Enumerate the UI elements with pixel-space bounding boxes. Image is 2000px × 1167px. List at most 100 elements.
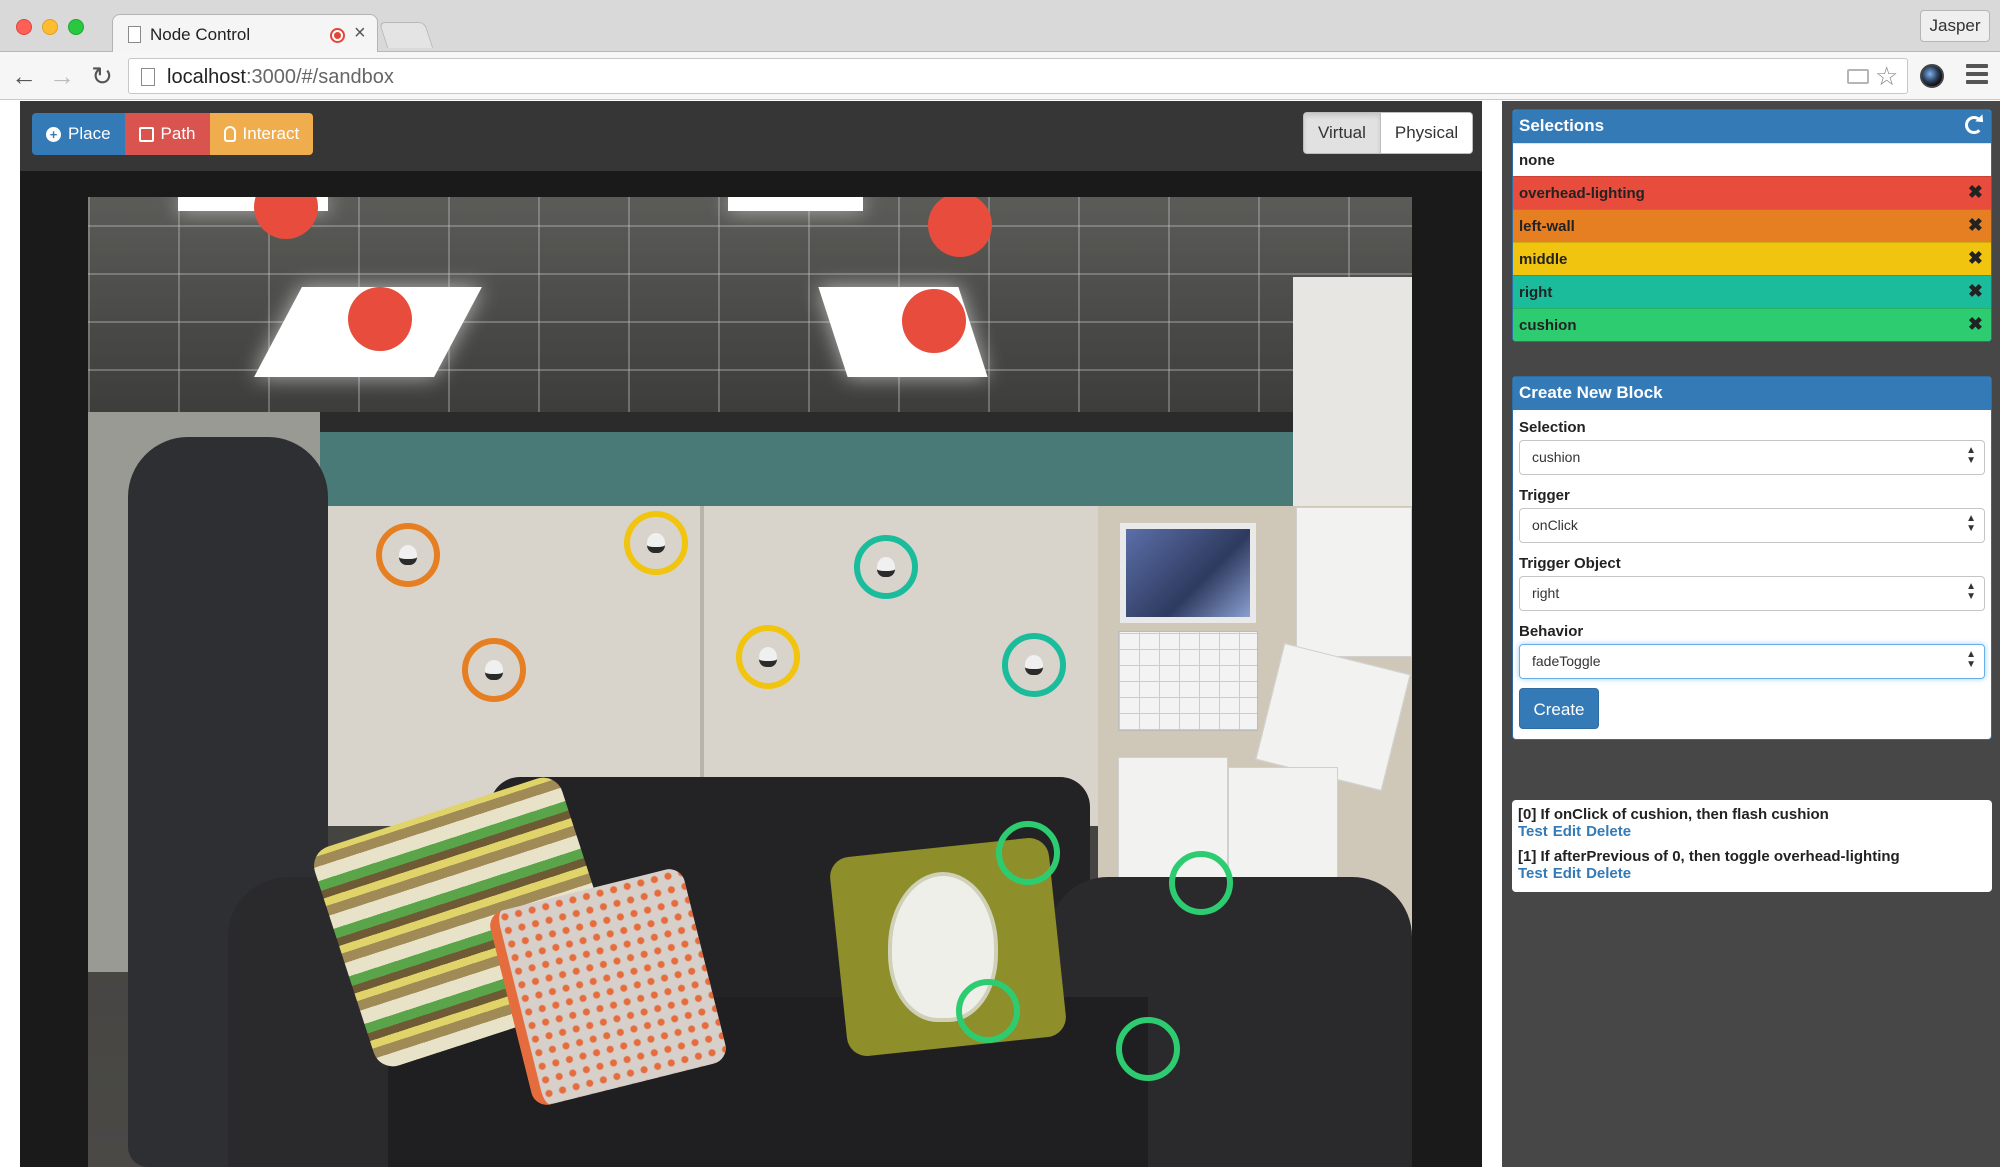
list-item: [0] If onClick of cushion, then flash cu… [1518, 806, 1986, 840]
create-block-header: Create New Block [1513, 377, 1991, 410]
extension-icon[interactable] [1920, 64, 1944, 88]
path-label: Path [160, 124, 196, 143]
forward-arrow-icon[interactable]: → [46, 60, 78, 92]
create-block-form: Selection cushion ▲ ▼ Trigger onClick ▲ ▼ … [1513, 410, 1991, 739]
selection-value: cushion [1532, 449, 1581, 465]
address-bar[interactable]: localhost:3000/#/sandbox ☆ [128, 58, 1908, 94]
middle-marker[interactable] [736, 625, 800, 689]
test-link[interactable]: Test [1518, 823, 1548, 840]
right-marker[interactable] [854, 535, 918, 599]
block-actions: Test Edit Delete [1518, 865, 1986, 882]
left-wall-marker[interactable] [376, 523, 440, 587]
remove-icon[interactable]: ✖ [1968, 248, 1983, 269]
window-zoom-button[interactable] [68, 19, 84, 35]
bulb-icon [485, 660, 503, 680]
selection-label: right [1519, 284, 1553, 301]
view-toggle: Virtual Physical [1303, 112, 1474, 154]
canvas-pane: + Place Path Interact Virtual Physical [20, 101, 1482, 1167]
select-arrows-icon: ▲ ▼ [1966, 649, 1976, 670]
bulb-icon [877, 557, 895, 577]
block-description: [0] If onClick of cushion, then flash cu… [1518, 806, 1829, 823]
list-item: [1] If afterPrevious of 0, then toggle o… [1518, 848, 1986, 882]
create-button[interactable]: Create [1519, 688, 1599, 729]
block-description: [1] If afterPrevious of 0, then toggle o… [1518, 848, 1900, 865]
selection-item-overhead-lighting[interactable]: overhead-lighting ✖ [1513, 176, 1991, 209]
browser-tab[interactable]: Node Control × [112, 14, 378, 53]
profile-button[interactable]: Jasper [1920, 10, 1990, 42]
virtual-button[interactable]: Virtual [1304, 113, 1380, 153]
hand-pointer-icon [223, 126, 236, 142]
selection-select[interactable]: cushion ▲ ▼ [1519, 440, 1985, 475]
bulb-icon [647, 533, 665, 553]
selection-label: middle [1519, 251, 1568, 268]
path-button[interactable]: Path [124, 113, 210, 155]
window-close-button[interactable] [16, 19, 32, 35]
place-label: Place [68, 124, 111, 143]
edit-link[interactable]: Edit [1553, 865, 1581, 882]
remove-icon[interactable]: ✖ [1968, 215, 1983, 236]
url-text[interactable]: localhost:3000/#/sandbox [167, 66, 394, 89]
place-button[interactable]: + Place [32, 113, 125, 155]
selection-label: cushion [1519, 317, 1577, 334]
browser-toolbar: ← → ↻ localhost:3000/#/sandbox ☆ [0, 52, 2000, 100]
delete-link[interactable]: Delete [1586, 865, 1631, 882]
remove-icon[interactable]: ✖ [1968, 182, 1983, 203]
page-icon [141, 68, 155, 86]
edit-link[interactable]: Edit [1553, 823, 1581, 840]
bulb-icon [399, 545, 417, 565]
behavior-label: Behavior [1519, 623, 1584, 640]
sidebar: Selections none overhead-lighting ✖ left… [1502, 101, 2000, 1167]
room-photo[interactable] [88, 197, 1412, 1167]
behavior-select[interactable]: fadeToggle ▲ ▼ [1519, 644, 1985, 679]
trigger-object-label: Trigger Object [1519, 555, 1621, 572]
selection-item-cushion[interactable]: cushion ✖ [1513, 308, 1991, 341]
overhead-lighting-marker[interactable] [902, 289, 966, 353]
selection-item-none[interactable]: none [1513, 143, 1991, 176]
mode-button-group: + Place Path Interact [32, 113, 314, 155]
cushion-marker[interactable] [1116, 1017, 1180, 1081]
remove-icon[interactable]: ✖ [1968, 281, 1983, 302]
physical-button[interactable]: Physical [1379, 113, 1473, 153]
cushion-marker[interactable] [996, 821, 1060, 885]
interact-label: Interact [242, 124, 300, 143]
block-list: [0] If onClick of cushion, then flash cu… [1512, 800, 1992, 892]
delete-link[interactable]: Delete [1586, 823, 1631, 840]
selection-item-right[interactable]: right ✖ [1513, 275, 1991, 308]
hamburger-menu-icon[interactable] [1966, 64, 1988, 86]
create-block-panel: Create New Block Selection cushion ▲ ▼ Tr… [1512, 376, 1992, 740]
cushion-marker[interactable] [1169, 851, 1233, 915]
selection-item-left-wall[interactable]: left-wall ✖ [1513, 209, 1991, 242]
tab-close-icon[interactable]: × [354, 22, 366, 45]
reload-icon[interactable]: ↻ [86, 60, 118, 92]
interact-button[interactable]: Interact [209, 113, 314, 155]
trigger-value: onClick [1532, 517, 1578, 533]
behavior-value: fadeToggle [1532, 653, 1601, 669]
trigger-select[interactable]: onClick ▲ ▼ [1519, 508, 1985, 543]
middle-marker[interactable] [624, 511, 688, 575]
left-wall-marker[interactable] [462, 638, 526, 702]
selection-item-middle[interactable]: middle ✖ [1513, 242, 1991, 275]
edit-icon [138, 126, 154, 142]
refresh-icon[interactable] [1965, 116, 1983, 134]
remove-icon[interactable]: ✖ [1968, 314, 1983, 335]
posted-paper [1296, 507, 1412, 657]
cushion-marker[interactable] [956, 979, 1020, 1043]
select-arrows-icon: ▲ ▼ [1966, 581, 1976, 602]
selection-label: Selection [1519, 419, 1586, 436]
window-minimize-button[interactable] [42, 19, 58, 35]
bookmark-star-icon[interactable]: ☆ [1875, 61, 1898, 92]
bulb-icon [759, 647, 777, 667]
trigger-object-select[interactable]: right ▲ ▼ [1519, 576, 1985, 611]
test-link[interactable]: Test [1518, 865, 1548, 882]
select-arrows-icon: ▲ ▼ [1966, 445, 1976, 466]
back-arrow-icon[interactable]: ← [8, 60, 40, 92]
tab-title: Node Control [150, 25, 251, 44]
recording-icon [330, 28, 345, 43]
selections-header: Selections [1513, 110, 1991, 143]
select-arrows-icon: ▲ ▼ [1966, 513, 1976, 534]
overhead-lighting-marker[interactable] [348, 287, 412, 351]
new-tab-button[interactable] [378, 22, 434, 48]
camera-icon[interactable] [1847, 69, 1869, 84]
browser-tabstrip: Node Control × Jasper [0, 0, 2000, 53]
right-marker[interactable] [1002, 633, 1066, 697]
